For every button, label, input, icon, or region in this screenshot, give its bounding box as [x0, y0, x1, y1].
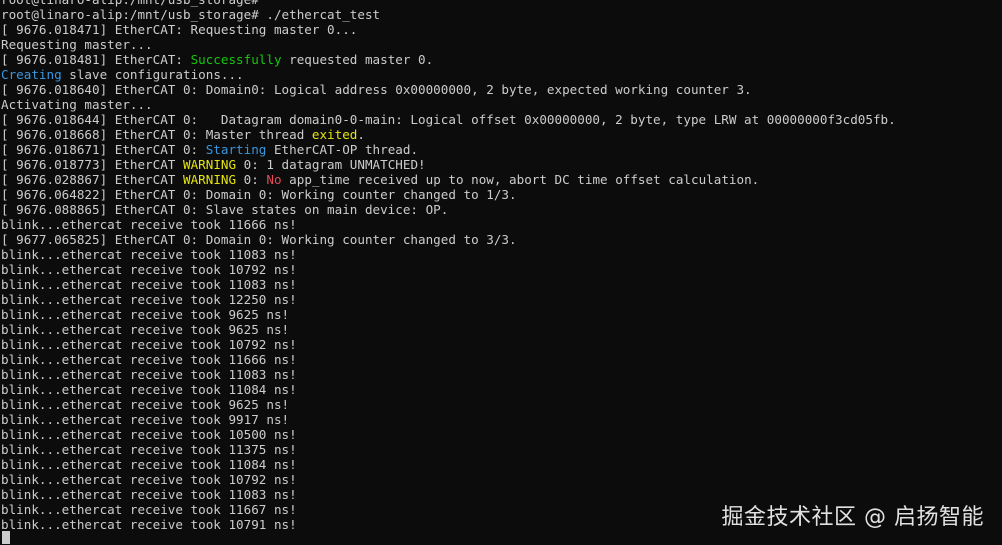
- terminal-line: [ 9676.064822] EtherCAT 0: Domain 0: Wor…: [1, 187, 896, 202]
- terminal-text-segment: EtherCAT-OP thread.: [266, 142, 419, 157]
- terminal-text-segment: Starting: [205, 142, 267, 157]
- terminal-text-segment: WARNING: [182, 172, 237, 187]
- terminal-text-segment: .: [357, 127, 365, 142]
- terminal-line: blink...ethercat receive took 11084 ns!: [1, 457, 896, 472]
- terminal-text-segment: blink...ethercat receive took 10792 ns!: [1, 262, 297, 277]
- terminal-line: [ 9676.018471] EtherCAT: Requesting mast…: [1, 22, 896, 37]
- terminal-text-segment: [ 9676.018640] EtherCAT 0: Domain0: Logi…: [1, 82, 752, 97]
- terminal-text-segment: blink...ethercat receive took 11375 ns!: [1, 442, 297, 457]
- terminal-line: Creating slave configurations...: [1, 67, 896, 82]
- terminal-line: [ 9676.088865] EtherCAT 0: Slave states …: [1, 202, 896, 217]
- terminal-window[interactable]: root@linaro-alip:/mnt/usb_storage#root@l…: [0, 0, 1002, 545]
- terminal-line: Activating master...: [1, 97, 896, 112]
- terminal-line: [ 9676.018481] EtherCAT: Successfully re…: [1, 52, 896, 67]
- terminal-text-segment: blink...ethercat receive took 10792 ns!: [1, 337, 297, 352]
- terminal-text-segment: [ 9676.018671] EtherCAT 0:: [1, 142, 206, 157]
- terminal-text-segment: [ 9676.088865] EtherCAT 0: Slave states …: [1, 202, 449, 217]
- terminal-line: root@linaro-alip:/mnt/usb_storage#: [1, 0, 896, 7]
- terminal-output: root@linaro-alip:/mnt/usb_storage#root@l…: [1, 0, 896, 532]
- terminal-text-segment: blink...ethercat receive took 11083 ns!: [1, 247, 297, 262]
- terminal-text-segment: blink...ethercat receive took 11083 ns!: [1, 277, 297, 292]
- terminal-line: blink...ethercat receive took 10792 ns!: [1, 262, 896, 277]
- terminal-line: [ 9676.018640] EtherCAT 0: Domain0: Logi…: [1, 82, 896, 97]
- terminal-text-segment: WARNING: [182, 157, 237, 172]
- terminal-text-segment: blink...ethercat receive took 9917 ns!: [1, 412, 290, 427]
- terminal-text-segment: [ 9676.018481] EtherCAT:: [1, 52, 191, 67]
- terminal-text-segment: slave configurations...: [61, 67, 244, 82]
- terminal-line: blink...ethercat receive took 11083 ns!: [1, 247, 896, 262]
- terminal-line: blink...ethercat receive took 11083 ns!: [1, 367, 896, 382]
- terminal-text-segment: exited: [311, 127, 358, 142]
- terminal-line: [ 9676.018644] EtherCAT 0: Datagram doma…: [1, 112, 896, 127]
- watermark: 掘金技术社区 @ 启扬智能: [721, 505, 984, 530]
- terminal-text-segment: 0:: [236, 172, 267, 187]
- terminal-line: blink...ethercat receive took 11666 ns!: [1, 352, 896, 367]
- terminal-text-segment: [ 9676.064822] EtherCAT 0: Domain 0: Wor…: [1, 187, 517, 202]
- terminal-text-segment: blink...ethercat receive took 11667 ns!: [1, 502, 297, 517]
- terminal-text-segment: [ 9676.028867] EtherCAT: [1, 172, 183, 187]
- terminal-text-segment: Creating: [1, 67, 62, 82]
- terminal-line: blink...ethercat receive took 12250 ns!: [1, 292, 896, 307]
- terminal-line: blink...ethercat receive took 9917 ns!: [1, 412, 896, 427]
- terminal-line: blink...ethercat receive took 10500 ns!: [1, 427, 896, 442]
- terminal-text-segment: blink...ethercat receive took 11083 ns!: [1, 487, 297, 502]
- terminal-text-segment: 0: 1 datagram UNMATCHED!: [236, 157, 426, 172]
- terminal-text-segment: Requesting master...: [1, 37, 153, 52]
- terminal-text-segment: Successfully: [190, 52, 282, 67]
- terminal-text-segment: No: [266, 172, 282, 187]
- terminal-text-segment: [ 9676.018644] EtherCAT 0: Datagram doma…: [1, 112, 896, 127]
- terminal-text-segment: blink...ethercat receive took 12250 ns!: [1, 292, 297, 307]
- terminal-text-segment: blink...ethercat receive took 11084 ns!: [1, 457, 297, 472]
- terminal-line: blink...ethercat receive took 10792 ns!: [1, 472, 896, 487]
- terminal-line: [ 9677.065825] EtherCAT 0: Domain 0: Wor…: [1, 232, 896, 247]
- terminal-text-segment: [ 9676.018773] EtherCAT: [1, 157, 183, 172]
- terminal-text-segment: blink...ethercat receive took 11666 ns!: [1, 217, 297, 232]
- terminal-line: blink...ethercat receive took 11084 ns!: [1, 382, 896, 397]
- terminal-line: [ 9676.018773] EtherCAT WARNING 0: 1 dat…: [1, 157, 896, 172]
- terminal-text-segment: blink...ethercat receive took 10791 ns!: [1, 517, 297, 532]
- terminal-line: [ 9676.018668] EtherCAT 0: Master thread…: [1, 127, 896, 142]
- terminal-line: blink...ethercat receive took 11375 ns!: [1, 442, 896, 457]
- terminal-line: [ 9676.028867] EtherCAT WARNING 0: No ap…: [1, 172, 896, 187]
- terminal-line: Requesting master...: [1, 37, 896, 52]
- terminal-line: blink...ethercat receive took 9625 ns!: [1, 397, 896, 412]
- terminal-line: [ 9676.018671] EtherCAT 0: Starting Ethe…: [1, 142, 896, 157]
- terminal-line: blink...ethercat receive took 11083 ns!: [1, 277, 896, 292]
- terminal-text-segment: blink...ethercat receive took 11666 ns!: [1, 352, 297, 367]
- terminal-text-segment: app_time received up to now, abort DC ti…: [281, 172, 760, 187]
- terminal-line: blink...ethercat receive took 9625 ns!: [1, 307, 896, 322]
- terminal-line: blink...ethercat receive took 11666 ns!: [1, 217, 896, 232]
- terminal-text-segment: blink...ethercat receive took 9625 ns!: [1, 307, 290, 322]
- terminal-text-segment: [ 9676.018668] EtherCAT 0: Master thread: [1, 127, 312, 142]
- terminal-line: blink...ethercat receive took 10792 ns!: [1, 337, 896, 352]
- terminal-line: root@linaro-alip:/mnt/usb_storage# ./eth…: [1, 7, 896, 22]
- terminal-text-segment: requested master 0.: [281, 52, 434, 67]
- terminal-cursor: [2, 531, 10, 544]
- terminal-text-segment: root@linaro-alip:/mnt/usb_storage# ./eth…: [1, 7, 381, 22]
- terminal-text-segment: blink...ethercat receive took 10792 ns!: [1, 472, 297, 487]
- terminal-text-segment: root@linaro-alip:/mnt/usb_storage#: [1, 0, 259, 7]
- terminal-text-segment: blink...ethercat receive took 9625 ns!: [1, 322, 290, 337]
- terminal-text-segment: [ 9677.065825] EtherCAT 0: Domain 0: Wor…: [1, 232, 517, 247]
- terminal-text-segment: blink...ethercat receive took 11084 ns!: [1, 382, 297, 397]
- terminal-text-segment: blink...ethercat receive took 11083 ns!: [1, 367, 297, 382]
- terminal-line: blink...ethercat receive took 9625 ns!: [1, 322, 896, 337]
- terminal-text-segment: blink...ethercat receive took 9625 ns!: [1, 397, 290, 412]
- terminal-text-segment: Activating master...: [1, 97, 153, 112]
- terminal-text-segment: blink...ethercat receive took 10500 ns!: [1, 427, 297, 442]
- terminal-text-segment: [ 9676.018471] EtherCAT: Requesting mast…: [1, 22, 358, 37]
